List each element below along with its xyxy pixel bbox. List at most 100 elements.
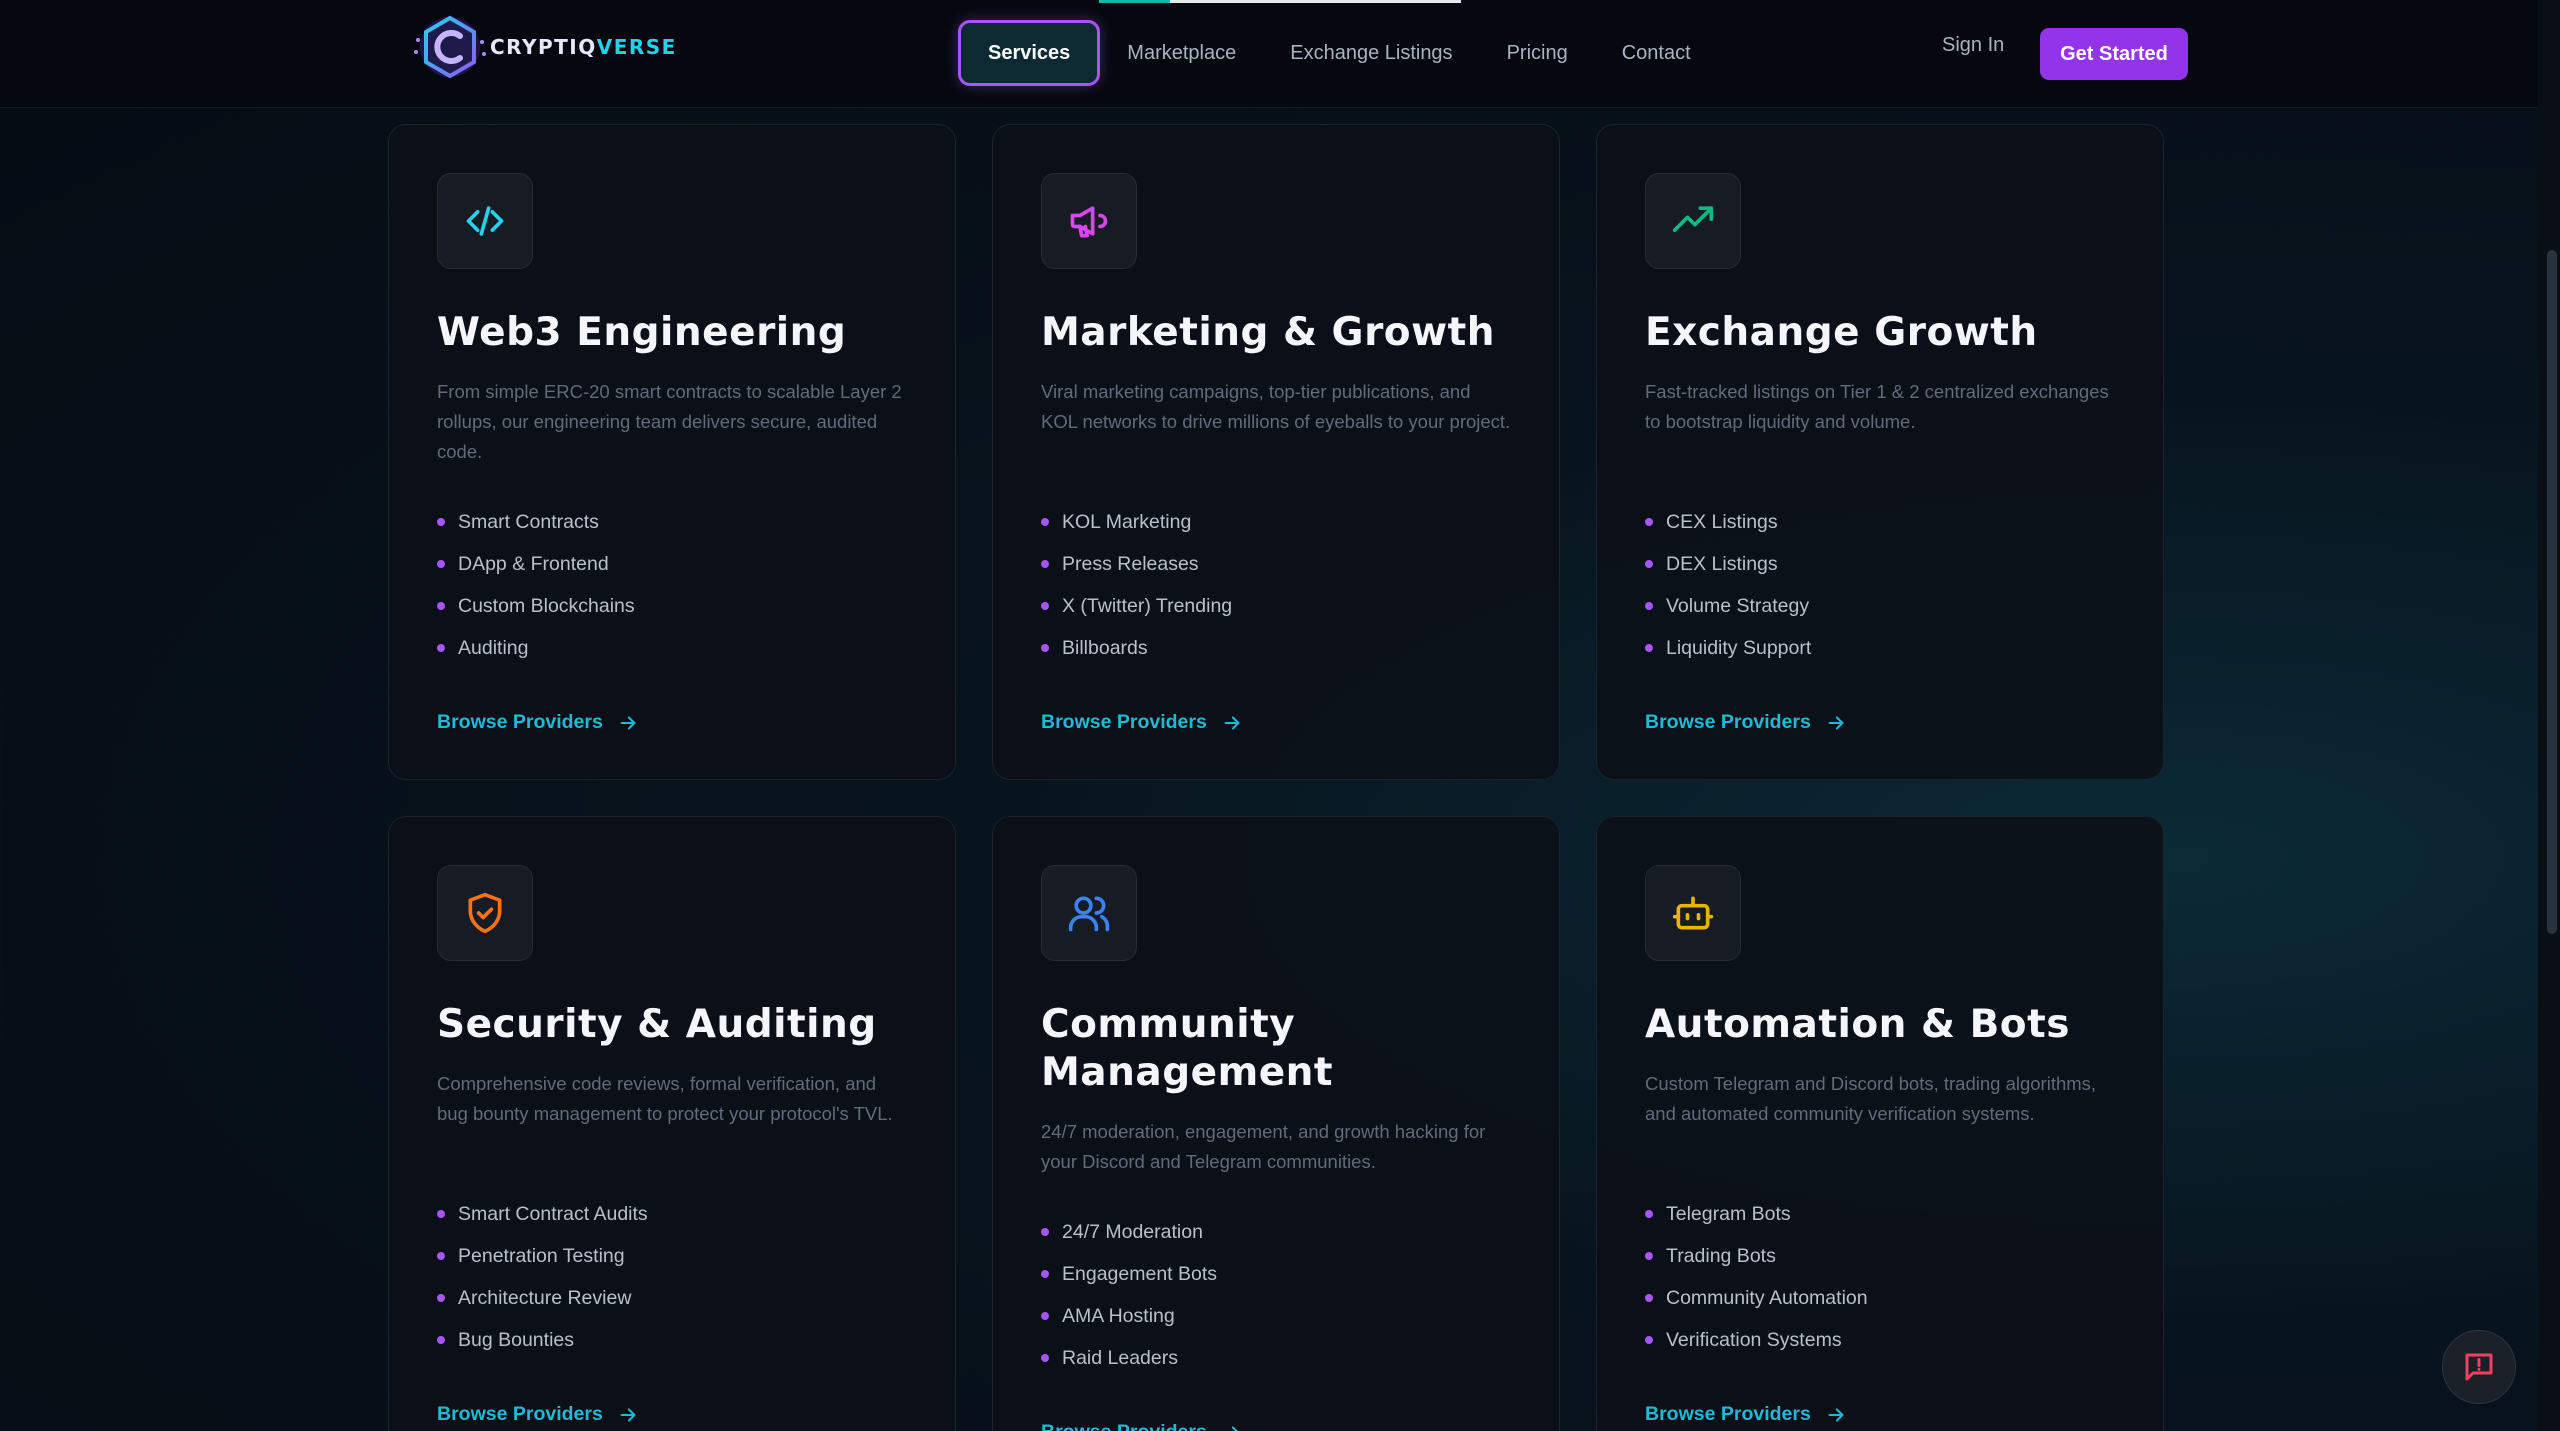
service-card-web3-engineering: Web3 Engineering From simple ERC-20 smar… (388, 124, 956, 780)
browse-providers-link[interactable]: Browse Providers (1041, 1421, 1243, 1431)
bullet-dot (1041, 1228, 1049, 1236)
message-alert-icon (2465, 1353, 2493, 1381)
feature-item: CEX Listings (1645, 501, 2115, 543)
feature-item: X (Twitter) Trending (1041, 585, 1511, 627)
brand-name: CRYPTIQVERSE (490, 35, 677, 59)
feature-item: Bug Bounties (437, 1319, 907, 1361)
arrow-right-icon (620, 715, 636, 730)
bullet-dot (437, 644, 445, 652)
nav-link-marketplace[interactable]: Marketplace (1100, 20, 1263, 86)
nav-link-exchange-listings[interactable]: Exchange Listings (1263, 20, 1479, 86)
code-icon (466, 206, 504, 236)
arrow-right-icon (1224, 715, 1240, 730)
feature-item: KOL Marketing (1041, 501, 1511, 543)
bullet-dot (1645, 1210, 1653, 1218)
arrow-right-icon (1828, 715, 1844, 730)
bullet-dot (1645, 518, 1653, 526)
bullet-dot (1041, 560, 1049, 568)
bullet-dot (1645, 602, 1653, 610)
feature-item: 24/7 Moderation (1041, 1211, 1511, 1253)
nav-link-contact[interactable]: Contact (1595, 20, 1718, 86)
service-description: Viral marketing campaigns, top-tier publ… (1041, 381, 1511, 432)
feature-list: Telegram Bots Trading Bots Community Aut… (1645, 1193, 2115, 1361)
bullet-dot (1645, 644, 1653, 652)
bot-icon (1672, 896, 1714, 930)
service-card-marketing-growth: Marketing & Growth Viral marketing campa… (992, 124, 1560, 780)
arrow-right-icon (1828, 1407, 1844, 1422)
feature-item: Architecture Review (437, 1277, 907, 1319)
service-card-community-management: Community Management 24/7 moderation, en… (992, 816, 1560, 1431)
bullet-dot (1645, 1294, 1653, 1302)
bullet-dot (1041, 518, 1049, 526)
users-icon (1068, 896, 1110, 932)
service-description: From simple ERC-20 smart contracts to sc… (437, 381, 902, 462)
service-title: Marketing & Growth (1041, 310, 1496, 355)
bullet-dot (1041, 1354, 1049, 1362)
page-scrollbar[interactable] (2538, 0, 2560, 1431)
sign-in-link[interactable]: Sign In (1942, 34, 2004, 57)
bullet-dot (437, 1294, 445, 1302)
megaphone-icon (1070, 206, 1108, 238)
nav-links: Services Marketplace Exchange Listings P… (958, 20, 1718, 86)
feature-item: Verification Systems (1645, 1319, 2115, 1361)
nav-link-services[interactable]: Services (958, 20, 1101, 86)
feature-item: Auditing (437, 627, 907, 669)
feature-item: Engagement Bots (1041, 1253, 1511, 1295)
bullet-dot (437, 1210, 445, 1218)
browse-providers-link[interactable]: Browse Providers (1645, 1403, 1847, 1426)
service-description: 24/7 moderation, engagement, and growth … (1041, 1121, 1486, 1172)
bullet-dot (1041, 1270, 1049, 1278)
service-title: Community Management (1041, 1002, 1334, 1095)
nav-link-pricing[interactable]: Pricing (1480, 20, 1595, 86)
feature-list: KOL Marketing Press Releases X (Twitter)… (1041, 501, 1511, 669)
service-description: Custom Telegram and Discord bots, tradin… (1645, 1073, 2097, 1124)
arrow-right-icon (620, 1407, 636, 1422)
feature-item: Penetration Testing (437, 1235, 907, 1277)
service-card-automation-bots: Automation & Bots Custom Telegram and Di… (1596, 816, 2164, 1431)
bullet-dot (1645, 560, 1653, 568)
shield-check-icon (468, 892, 502, 934)
browse-providers-link[interactable]: Browse Providers (1041, 711, 1243, 734)
feature-list: CEX Listings DEX Listings Volume Strateg… (1645, 501, 2115, 669)
service-description: Comprehensive code reviews, formal verif… (437, 1073, 893, 1124)
feature-item: Community Automation (1645, 1277, 2115, 1319)
scrollbar-thumb[interactable] (2547, 250, 2557, 934)
browse-providers-link[interactable]: Browse Providers (437, 711, 639, 734)
feature-item: Custom Blockchains (437, 585, 907, 627)
feature-item: Volume Strategy (1645, 585, 2115, 627)
browse-providers-link[interactable]: Browse Providers (437, 1403, 639, 1426)
bullet-dot (437, 518, 445, 526)
feature-list: Smart Contracts DApp & Frontend Custom B… (437, 501, 907, 669)
nav-progress-bar (1099, 0, 1461, 3)
feature-item: Press Releases (1041, 543, 1511, 585)
feature-item: Billboards (1041, 627, 1511, 669)
service-card-security-auditing: Security & Auditing Comprehensive code r… (388, 816, 956, 1431)
feature-list: 24/7 Moderation Engagement Bots AMA Host… (1041, 1211, 1511, 1379)
feedback-button[interactable] (2442, 1330, 2516, 1404)
service-icon-box (437, 173, 533, 269)
brand-logo[interactable]: CRYPTIQVERSE (410, 12, 677, 82)
feature-list: Smart Contract Audits Penetration Testin… (437, 1193, 907, 1361)
service-icon-box (1645, 865, 1741, 961)
feature-item: DEX Listings (1645, 543, 2115, 585)
bullet-dot (437, 1336, 445, 1344)
service-icon-box (1645, 173, 1741, 269)
feature-item: Telegram Bots (1645, 1193, 2115, 1235)
service-icon-box (1041, 173, 1137, 269)
get-started-button[interactable]: Get Started (2040, 28, 2188, 80)
bullet-dot (437, 560, 445, 568)
bullet-dot (1041, 644, 1049, 652)
feature-item: Smart Contracts (437, 501, 907, 543)
service-title: Security & Auditing (437, 1002, 877, 1047)
bullet-dot (1645, 1336, 1653, 1344)
feature-item: Smart Contract Audits (437, 1193, 907, 1235)
service-card-exchange-growth: Exchange Growth Fast-tracked listings on… (1596, 124, 2164, 780)
arrow-right-icon (1231, 1425, 1239, 1431)
service-icon-box (437, 865, 533, 961)
browse-providers-link[interactable]: Browse Providers (1645, 711, 1847, 734)
feature-item: Raid Leaders (1041, 1337, 1511, 1379)
feature-item: Liquidity Support (1645, 627, 2115, 669)
trending-up-icon (1672, 206, 1714, 232)
bullet-dot (1041, 602, 1049, 610)
service-title: Exchange Growth (1645, 310, 2038, 355)
